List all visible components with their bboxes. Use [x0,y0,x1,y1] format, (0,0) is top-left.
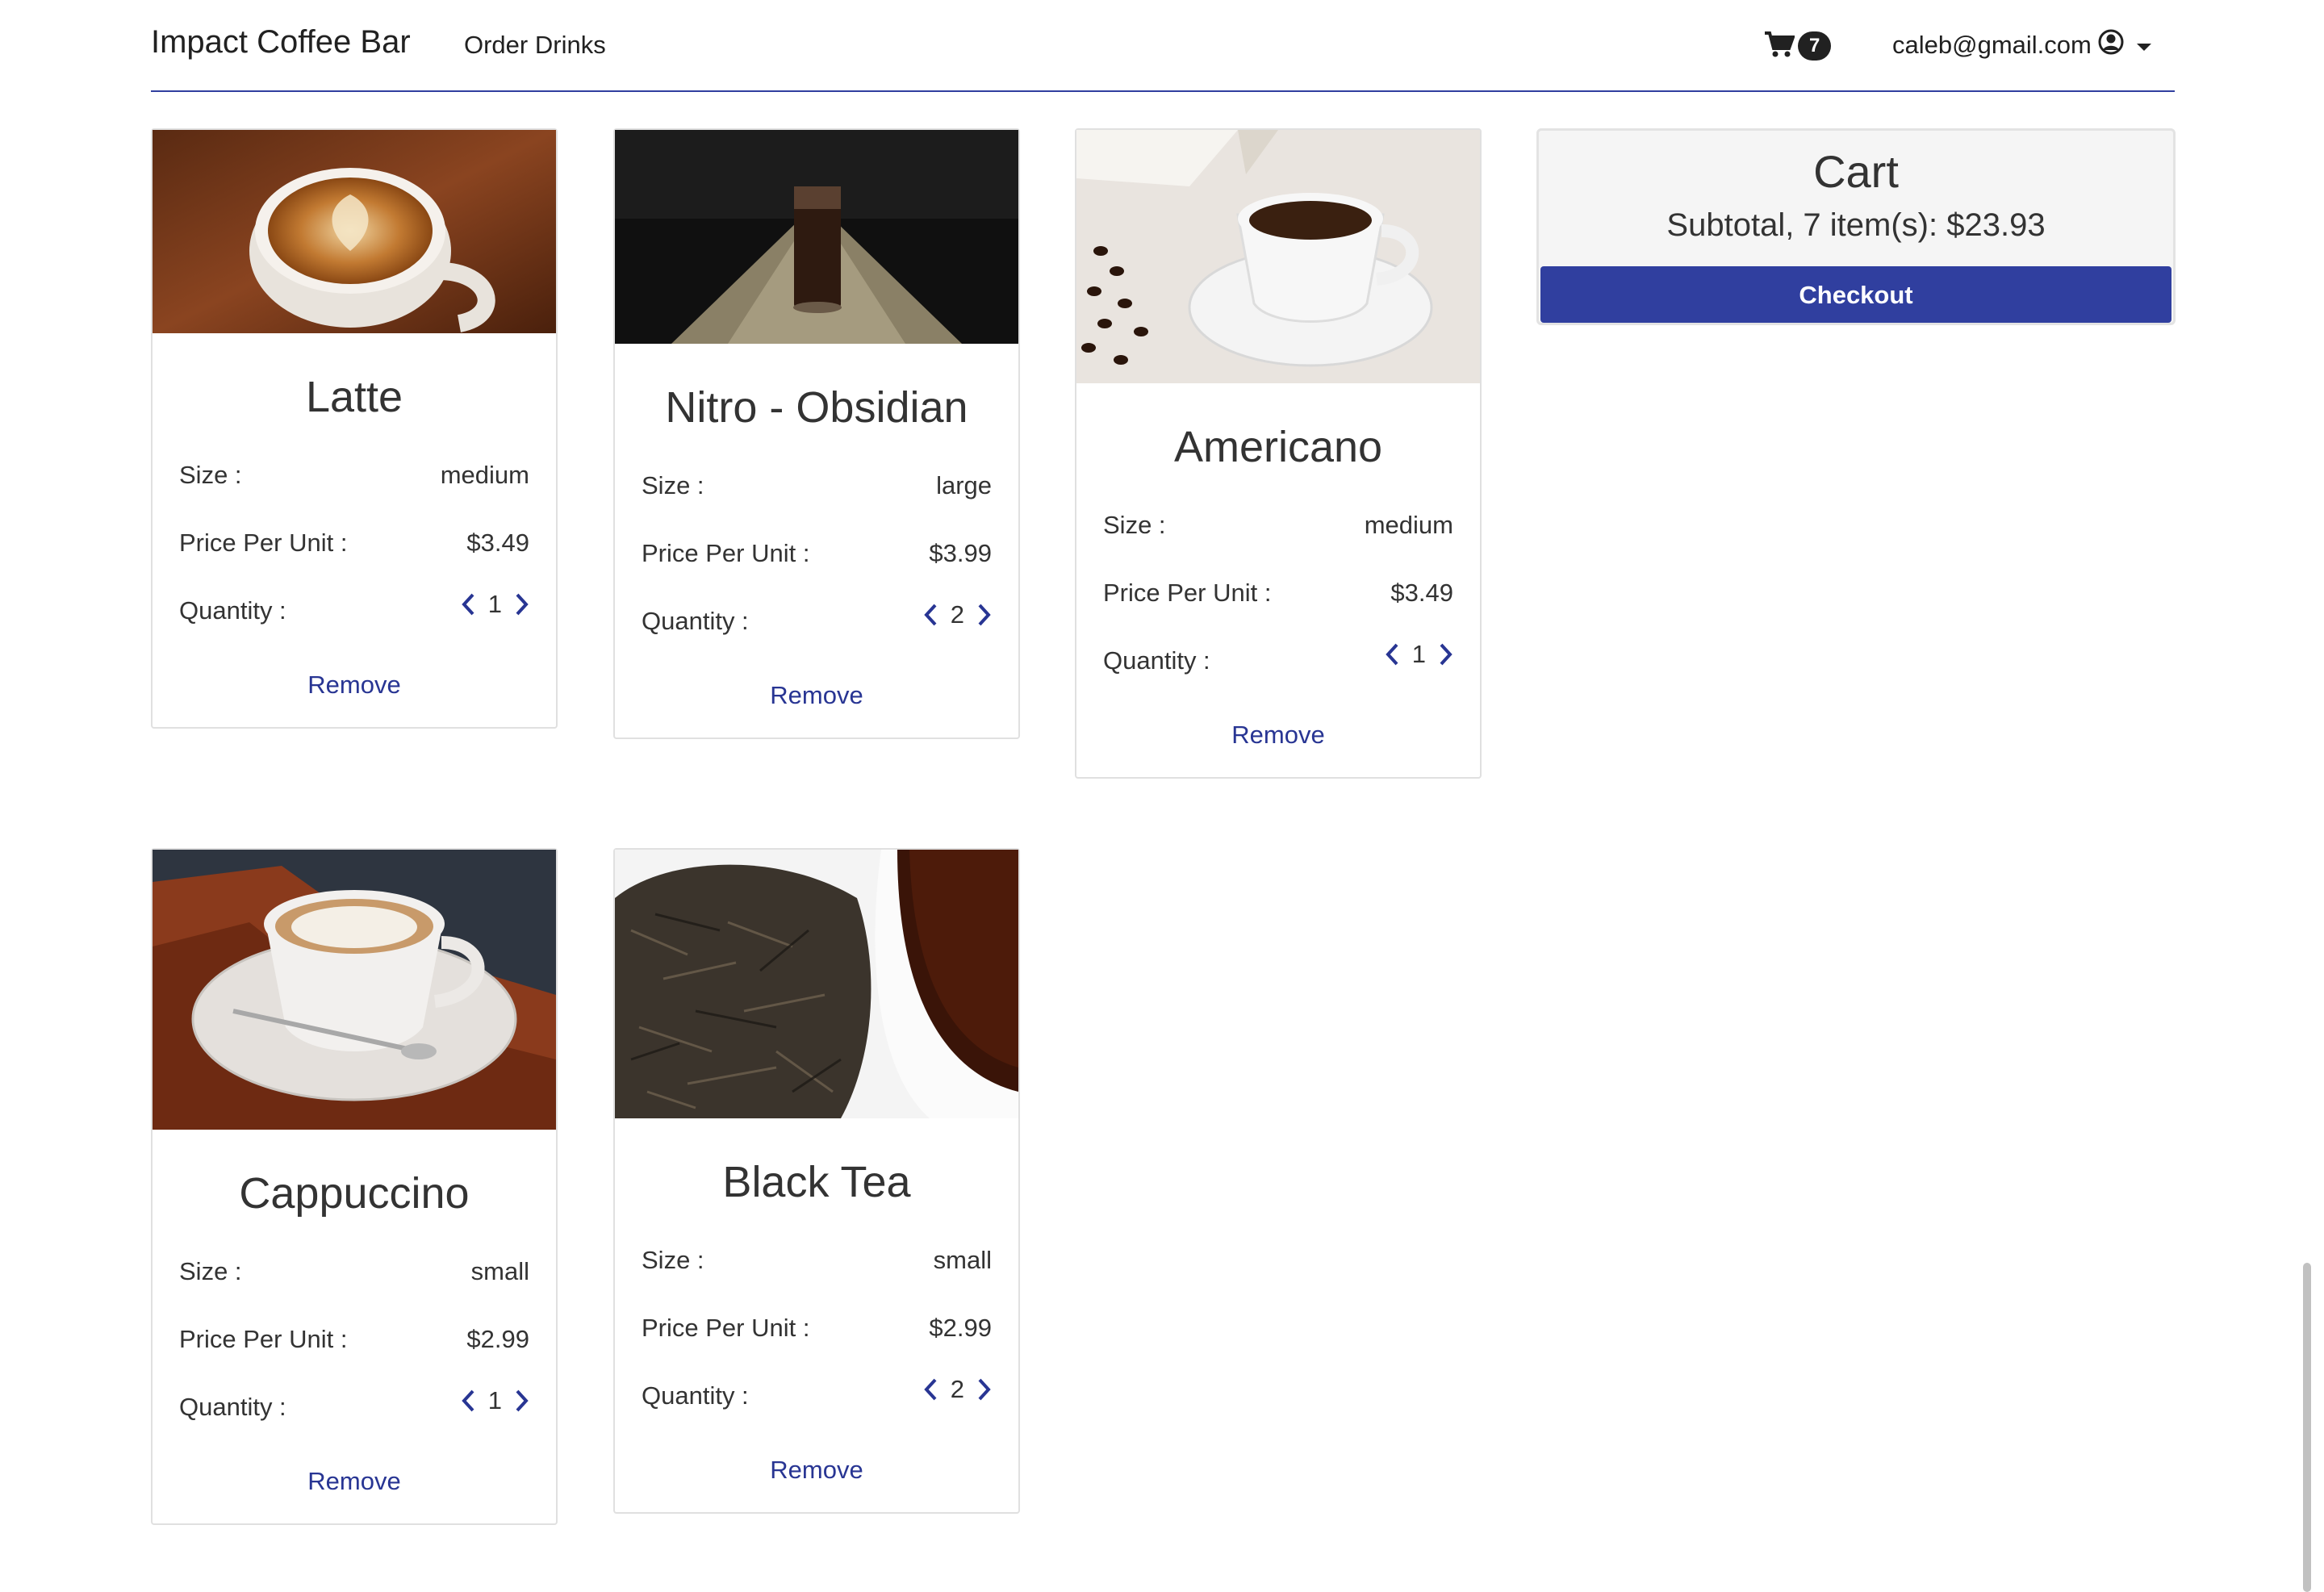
price-value: $3.49 [1390,579,1453,607]
quantity-stepper: 2 [923,1375,992,1404]
quantity-value: 1 [1411,640,1426,668]
chevron-right-icon[interactable] [976,1377,992,1402]
user-circle-icon [2098,29,2124,61]
size-label: Size : [1103,511,1166,539]
quantity-value: 2 [950,1375,964,1403]
price-label: Price Per Unit : [179,529,348,557]
product-card-latte: Latte Size : medium Price Per Unit : $3.… [151,128,558,729]
price-value: $2.99 [466,1325,529,1353]
price-value: $3.49 [466,529,529,557]
size-value: medium [1364,511,1453,539]
quantity-label: Quantity : [642,1381,749,1410]
product-name: Black Tea [722,1158,911,1206]
product-name: Nitro - Obsidian [665,383,968,432]
product-name: Cappuccino [239,1169,470,1218]
product-card-americano: Americano Size : medium Price Per Unit :… [1075,128,1482,779]
shopping-cart-icon [1764,31,1795,62]
size-value: small [470,1257,529,1285]
quantity-stepper: 2 [923,600,992,629]
latte-image [153,130,556,333]
price-label: Price Per Unit : [179,1325,348,1353]
cart-summary-panel: Cart Subtotal, 7 item(s): $23.93 Checkou… [1536,128,2176,325]
quantity-stepper: 1 [461,590,529,619]
quantity-label: Quantity : [1103,646,1210,675]
quantity-label: Quantity : [179,596,286,625]
brand-logo-text[interactable]: Impact Coffee Bar [151,24,411,61]
product-name: Latte [305,373,403,421]
cart-button[interactable]: 7 [1764,29,1832,63]
size-value: large [936,471,992,499]
navbar: Impact Coffee Bar Order Drinks 7 caleb@g… [151,0,2175,92]
remove-button[interactable]: Remove [615,681,1018,713]
user-menu-dropdown[interactable]: caleb@gmail.com [1892,29,2151,61]
chevron-right-icon[interactable] [513,592,529,616]
page-scrollbar[interactable] [2303,1263,2311,1592]
chevron-left-icon[interactable] [923,1377,939,1402]
product-card-black-tea: Black Tea Size : small Price Per Unit : … [613,848,1020,1514]
cappuccino-image [153,850,556,1130]
caret-down-icon [2136,43,2151,51]
price-value: $3.99 [929,539,992,567]
remove-button[interactable]: Remove [615,1456,1018,1488]
quantity-stepper: 1 [461,1386,529,1415]
quantity-value: 2 [950,600,964,629]
price-value: $2.99 [929,1314,992,1342]
chevron-right-icon[interactable] [1437,642,1453,666]
price-label: Price Per Unit : [642,539,810,567]
size-label: Size : [179,1257,242,1285]
remove-button[interactable]: Remove [153,671,556,703]
chevron-left-icon[interactable] [461,592,477,616]
cart-title: Cart [1813,146,1899,197]
product-card-cappuccino: Cappuccino Size : small Price Per Unit :… [151,848,558,1525]
product-name: Americano [1173,423,1383,471]
quantity-stepper: 1 [1385,640,1453,669]
remove-button[interactable]: Remove [1076,721,1480,753]
order-drinks-link[interactable]: Order Drinks [464,31,606,60]
quantity-value: 1 [487,1386,502,1414]
americano-image [1076,130,1480,383]
price-label: Price Per Unit : [1103,579,1272,607]
nitro-obsidian-image [615,130,1018,344]
black-tea-image [615,850,1018,1118]
chevron-right-icon[interactable] [513,1389,529,1413]
product-card-nitro-obsidian: Nitro - Obsidian Size : large Price Per … [613,128,1020,739]
chevron-left-icon[interactable] [461,1389,477,1413]
chevron-right-icon[interactable] [976,603,992,627]
cart-count-badge: 7 [1798,31,1832,61]
size-label: Size : [642,471,704,499]
chevron-left-icon[interactable] [923,603,939,627]
size-label: Size : [179,461,242,489]
size-value: medium [440,461,529,489]
quantity-label: Quantity : [642,607,749,635]
size-label: Size : [642,1246,704,1274]
price-label: Price Per Unit : [642,1314,810,1342]
size-value: small [933,1246,992,1274]
cart-subtotal: Subtotal, 7 item(s): $23.93 [1666,207,2046,243]
quantity-label: Quantity : [179,1393,286,1421]
remove-button[interactable]: Remove [153,1467,556,1499]
quantity-value: 1 [487,590,502,618]
chevron-left-icon[interactable] [1385,642,1401,666]
user-email: caleb@gmail.com [1892,31,2092,59]
checkout-button[interactable]: Checkout [1540,266,2171,323]
